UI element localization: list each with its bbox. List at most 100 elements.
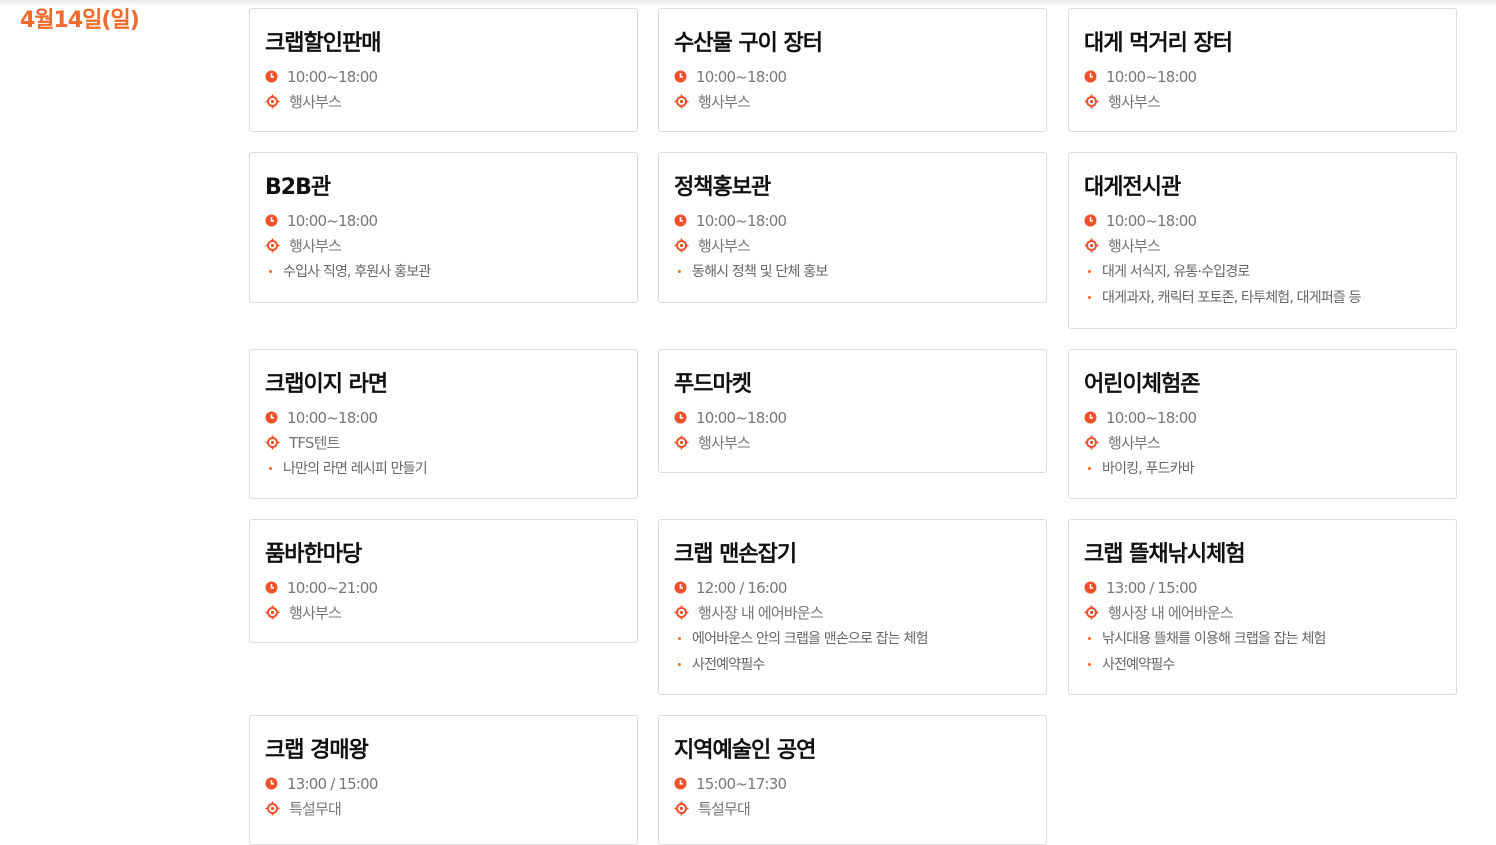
- event-place: 행사부스: [1108, 93, 1161, 111]
- event-place: 행사부스: [289, 604, 342, 622]
- event-card[interactable]: B2B관 10:00~18:00 행사부스수입사 직영, 후원사 홍보관: [249, 152, 638, 303]
- event-time-row: 13:00 / 15:00: [1084, 575, 1441, 600]
- event-title: 크랩할인판매: [265, 31, 381, 56]
- event-place: 행사부스: [698, 237, 751, 255]
- event-title: 지역예술인 공연: [674, 738, 816, 763]
- event-title: 크랩 뜰채낚시체험: [1084, 542, 1246, 567]
- event-title: 대게 먹거리 장터: [1084, 31, 1233, 56]
- event-note-text: 대게 서식지, 유통·수입경로: [1102, 264, 1250, 280]
- event-time: 10:00~18:00: [287, 408, 378, 427]
- event-card[interactable]: 크랩할인판매 10:00~18:00 행사부스: [249, 8, 638, 132]
- event-place: 행사장 내 에어바운스: [1108, 604, 1234, 622]
- clock-icon: [674, 777, 696, 790]
- bullet-icon: [1088, 295, 1091, 299]
- location-icon: [1084, 605, 1108, 620]
- event-time: 13:00 / 15:00: [1106, 578, 1197, 597]
- event-card[interactable]: 대게전시관 10:00~18:00 행사부스대게 서식지, 유통·수입경로대게과자,…: [1068, 152, 1457, 329]
- event-place-row: 특설무대: [265, 796, 622, 821]
- location-icon: [265, 238, 289, 253]
- event-note: 대게과자, 캐릭터 포토존, 타투체험, 대게퍼즐 등: [1084, 284, 1441, 310]
- event-card[interactable]: 크랩 뜰채낚시체험 13:00 / 15:00 행사장 내 에어바운스 낚시대용 뜰채…: [1068, 519, 1457, 695]
- event-time-row: 10:00~18:00: [1084, 64, 1441, 89]
- location-icon: [674, 801, 698, 816]
- clock-icon: [265, 70, 287, 83]
- location-icon: [265, 94, 289, 109]
- event-place-row: 행사부스: [265, 89, 622, 114]
- event-time-row: 10:00~21:00: [265, 575, 622, 600]
- event-title: 품바한마당: [265, 542, 362, 567]
- bullet-icon: [678, 662, 681, 666]
- event-time-row: 10:00~18:00: [1084, 405, 1441, 430]
- event-title: 어린이체험존: [1084, 372, 1200, 397]
- event-title: B2B관: [265, 175, 331, 200]
- clock-icon: [674, 70, 696, 83]
- event-time: 10:00~18:00: [287, 211, 378, 230]
- event-title: 대게전시관: [1084, 175, 1181, 200]
- event-note-text: 사전예약필수: [692, 657, 765, 673]
- event-note: 바이킹, 푸드카바: [1084, 455, 1441, 481]
- event-place: 행사부스: [698, 434, 751, 452]
- event-time-row: 10:00~18:00: [265, 208, 622, 233]
- event-time-row: 10:00~18:00: [1084, 208, 1441, 233]
- event-card[interactable]: 지역예술인 공연 15:00~17:30 특설무대: [658, 715, 1047, 845]
- clock-icon: [674, 411, 696, 424]
- location-icon: [265, 435, 289, 450]
- bullet-icon: [1088, 466, 1091, 470]
- event-place-row: 행사부스: [674, 89, 1031, 114]
- location-icon: [265, 605, 289, 620]
- event-time-row: 10:00~18:00: [674, 208, 1031, 233]
- event-place-row: 행사부스: [674, 233, 1031, 258]
- bullet-icon: [269, 466, 272, 470]
- event-time: 10:00~18:00: [696, 67, 787, 86]
- bullet-icon: [678, 269, 681, 273]
- event-card[interactable]: 푸드마켓 10:00~18:00 행사부스: [658, 349, 1047, 473]
- location-icon: [674, 605, 698, 620]
- event-place: 행사장 내 에어바운스: [698, 604, 824, 622]
- event-time: 10:00~18:00: [1106, 211, 1197, 230]
- event-note: 에어바운스 안의 크랩을 맨손으로 잡는 체험: [674, 625, 1031, 651]
- event-note: 나만의 라면 레시피 만들기: [265, 455, 622, 481]
- event-title: 수산물 구이 장터: [674, 31, 823, 56]
- bullet-icon: [1088, 636, 1091, 640]
- event-place-row: 행사부스: [674, 430, 1031, 455]
- event-place: TFS텐트: [289, 434, 340, 452]
- bullet-icon: [269, 269, 272, 273]
- event-note-text: 사전예약필수: [1102, 657, 1175, 673]
- event-note-text: 수입사 직영, 후원사 홍보관: [283, 264, 431, 280]
- event-card[interactable]: 수산물 구이 장터 10:00~18:00 행사부스: [658, 8, 1047, 132]
- event-time-row: 10:00~18:00: [265, 64, 622, 89]
- event-card[interactable]: 어린이체험존 10:00~18:00 행사부스바이킹, 푸드카바: [1068, 349, 1457, 499]
- event-note-text: 에어바운스 안의 크랩을 맨손으로 잡는 체험: [692, 631, 929, 647]
- clock-icon: [674, 581, 696, 594]
- event-note: 수입사 직영, 후원사 홍보관: [265, 258, 622, 284]
- event-card[interactable]: 크랩 맨손잡기 12:00 / 16:00 행사장 내 에어바운스 에어바운스 안의 …: [658, 519, 1047, 695]
- event-card[interactable]: 크랩이지 라면 10:00~18:00 TFS텐트 나만의 라면 레시피 만들기: [249, 349, 638, 499]
- bullet-icon: [1088, 662, 1091, 666]
- clock-icon: [1084, 70, 1106, 83]
- event-card[interactable]: 품바한마당 10:00~21:00 행사부스: [249, 519, 638, 643]
- location-icon: [265, 801, 289, 816]
- event-time-row: 10:00~18:00: [674, 405, 1031, 430]
- event-title: 정책홍보관: [674, 175, 771, 200]
- event-time: 10:00~18:00: [287, 67, 378, 86]
- event-place-row: 행사부스: [1084, 430, 1441, 455]
- event-card[interactable]: 대게 먹거리 장터 10:00~18:00 행사부스: [1068, 8, 1457, 132]
- date-label: 4월14일(일): [20, 8, 140, 33]
- clock-icon: [1084, 581, 1106, 594]
- event-card[interactable]: 정책홍보관 10:00~18:00 행사부스 동해시 정책 및 단체 홍보: [658, 152, 1047, 303]
- location-icon: [1084, 435, 1108, 450]
- event-card[interactable]: 크랩 경매왕 13:00 / 15:00 특설무대: [249, 715, 638, 845]
- event-place: 행사부스: [1108, 434, 1161, 452]
- event-time: 12:00 / 16:00: [696, 578, 787, 597]
- event-time: 10:00~18:00: [696, 211, 787, 230]
- event-place-row: 행사장 내 에어바운스: [674, 600, 1031, 625]
- event-time-row: 10:00~18:00: [674, 64, 1031, 89]
- event-place: 행사부스: [1108, 237, 1161, 255]
- clock-icon: [265, 777, 287, 790]
- top-shadow: [0, 0, 1496, 6]
- clock-icon: [674, 214, 696, 227]
- bullet-icon: [1088, 269, 1091, 273]
- location-icon: [674, 238, 698, 253]
- event-place-row: 행사부스: [265, 233, 622, 258]
- event-time-row: 15:00~17:30: [674, 771, 1031, 796]
